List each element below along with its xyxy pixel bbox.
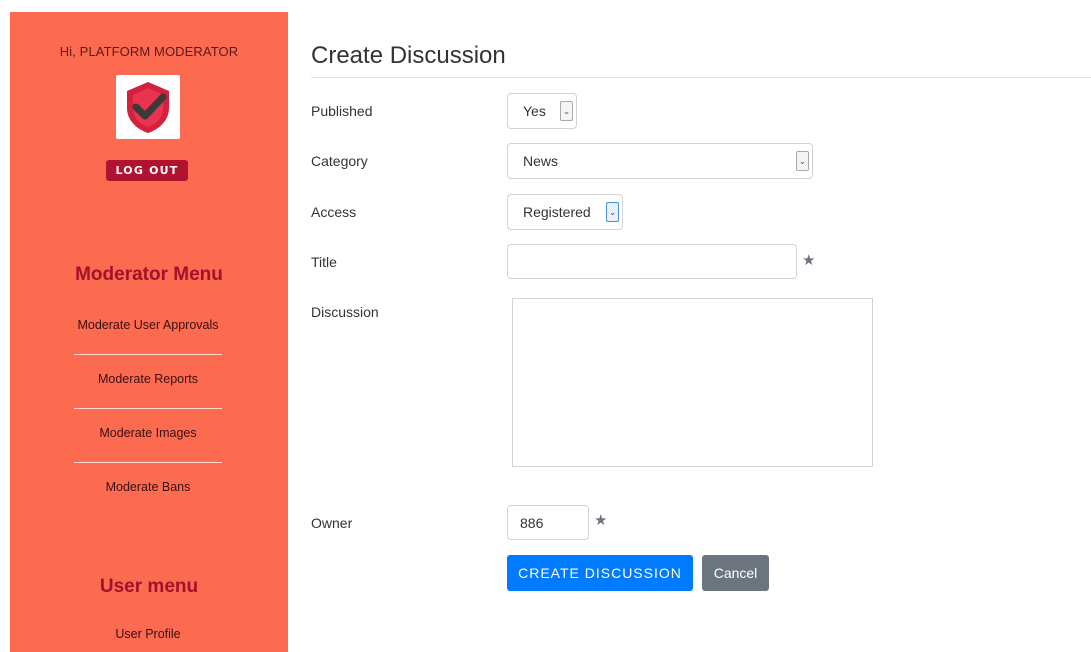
title-input[interactable] [507,244,797,279]
create-discussion-button[interactable]: CREATE DISCUSSION [507,555,693,591]
logout-button[interactable]: LOG OUT [106,160,188,181]
menu-item-moderate-images[interactable]: Moderate Images [74,426,222,440]
menu-item-moderate-user-approvals[interactable]: Moderate User Approvals [74,318,222,332]
discussion-label: Discussion [311,304,379,320]
access-select[interactable]: Registered ⌄ [507,194,623,230]
menu-item-moderate-reports[interactable]: Moderate Reports [74,372,222,386]
published-value: Yes [523,103,546,119]
menu-item-moderate-bans[interactable]: Moderate Bans [74,480,222,494]
published-label: Published [311,103,373,119]
owner-label: Owner [311,515,353,531]
star-icon: ★ [594,512,608,529]
discussion-textarea[interactable] [512,298,873,467]
chevron-down-icon: ⌄ [606,202,619,222]
user-menu-heading: User menu [99,576,199,597]
menu-divider [74,354,222,355]
access-value: Registered [523,204,591,220]
chevron-down-icon: ⌄ [560,101,573,121]
avatar [116,75,180,139]
star-icon: ★ [802,252,816,269]
page-title: Create Discussion [311,42,506,69]
published-select[interactable]: Yes ⌄ [507,93,577,129]
title-divider [311,77,1091,78]
user-greeting: Hi, PLATFORM MODERATOR [59,44,239,59]
category-select[interactable]: News ⌄ [507,143,813,179]
owner-input[interactable] [507,505,589,540]
moderator-menu-heading: Moderator Menu [75,264,223,285]
menu-item-user-profile[interactable]: User Profile [74,627,222,641]
menu-divider [74,408,222,409]
access-label: Access [311,204,357,220]
sidebar: Hi, PLATFORM MODERATOR LOG OUT Moderator… [10,12,288,652]
cancel-button[interactable]: Cancel [702,555,769,591]
shield-check-icon [127,82,169,133]
chevron-down-icon: ⌄ [796,151,809,171]
menu-divider [74,462,222,463]
category-value: News [523,153,559,169]
title-label: Title [311,254,337,270]
category-label: Category [311,153,368,169]
